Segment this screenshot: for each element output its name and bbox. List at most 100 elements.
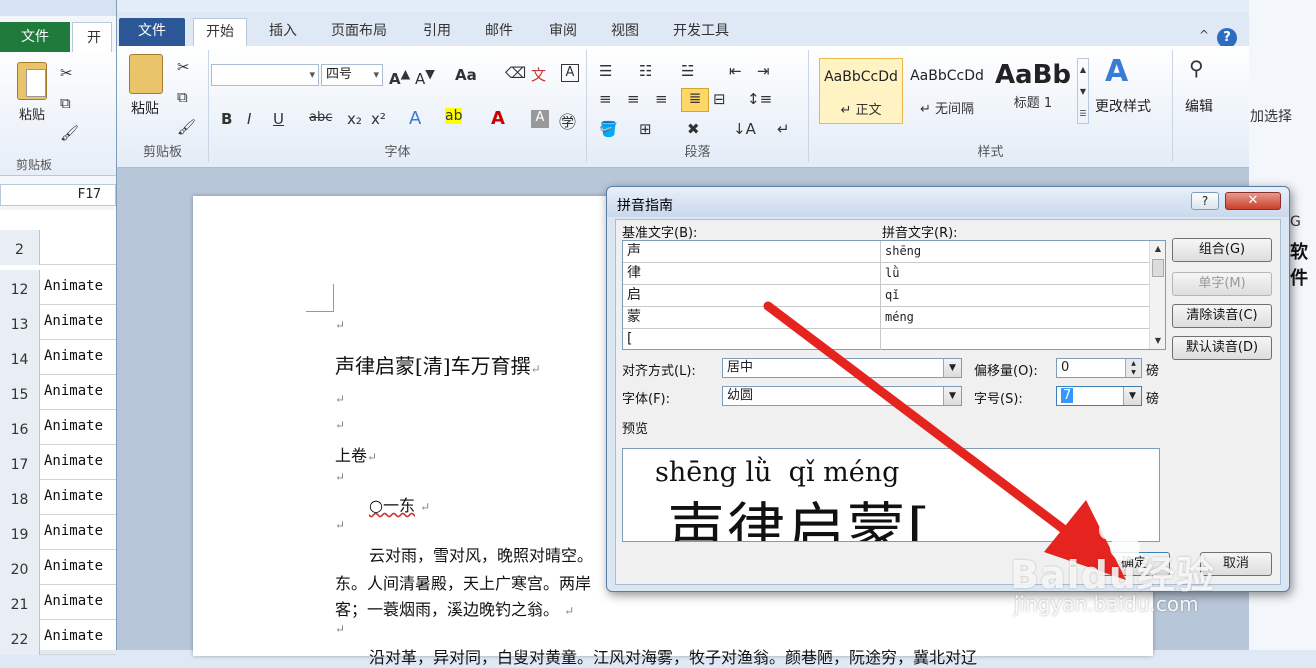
doc-section-line[interactable]: 上卷↵ <box>335 442 377 466</box>
italic-icon[interactable]: I <box>247 110 251 128</box>
font-size-dropdown[interactable]: 四号 <box>321 64 383 86</box>
editing-button[interactable]: 编辑 <box>1185 96 1213 116</box>
font-color-icon[interactable]: A <box>491 108 505 129</box>
excel-row-number[interactable]: 13 <box>0 305 40 340</box>
excel-cell[interactable]: Animate <box>44 558 103 574</box>
excel-row-number[interactable]: 21 <box>0 585 40 620</box>
excel-row[interactable]: 12 Animate <box>0 270 116 305</box>
chinese-layout-icon[interactable]: ✖ <box>687 120 700 138</box>
pinyin-field[interactable]: qǐ <box>881 285 1151 306</box>
pinyin-field[interactable]: lǜ <box>881 263 1151 284</box>
justify-icon[interactable]: ≣ <box>681 88 709 112</box>
excel-tab-file[interactable]: 文件 <box>0 22 70 52</box>
excel-row-number[interactable]: 19 <box>0 515 40 550</box>
excel-row[interactable]: 2 <box>0 230 116 265</box>
excel-row-number[interactable]: 20 <box>0 550 40 585</box>
excel-row-number[interactable]: 12 <box>0 270 40 305</box>
paste-button[interactable]: 粘贴 <box>131 98 159 118</box>
bold-icon[interactable]: B <box>221 110 232 128</box>
excel-row[interactable]: 18 Animate <box>0 480 116 515</box>
tab-page-layout[interactable]: 页面布局 <box>331 18 387 46</box>
tab-review[interactable]: 审阅 <box>549 18 577 46</box>
scroll-thumb[interactable] <box>1152 259 1164 277</box>
shrink-font-icon[interactable]: A▼ <box>415 66 435 88</box>
change-case-icon[interactable]: Aa <box>455 66 477 84</box>
dialog-close-button[interactable]: ✕ <box>1225 192 1281 210</box>
strikethrough-icon[interactable]: abc <box>309 110 332 125</box>
increase-indent-icon[interactable]: ⇥ <box>757 62 770 80</box>
excel-row-number[interactable]: 14 <box>0 340 40 375</box>
excel-row[interactable]: 16 Animate <box>0 410 116 445</box>
chevron-down-icon[interactable]: ▼ <box>1123 387 1141 405</box>
excel-row[interactable]: 21 Animate <box>0 585 116 620</box>
offset-spinner[interactable]: 0 ▲ ▼ <box>1056 358 1142 378</box>
styles-scroll-icon[interactable]: ▲ ▼ ☰ <box>1077 58 1089 124</box>
font-name-dropdown[interactable] <box>211 64 319 86</box>
char-shading-icon[interactable]: A <box>531 110 549 128</box>
superscript-icon[interactable]: x² <box>371 110 386 128</box>
tab-references[interactable]: 引用 <box>423 18 451 46</box>
underline-icon[interactable]: U <box>273 110 284 128</box>
excel-cell[interactable]: Animate <box>44 488 103 504</box>
group-button[interactable]: 组合(G) <box>1172 238 1272 262</box>
excel-cell[interactable]: Animate <box>44 313 103 329</box>
default-reading-button[interactable]: 默认读音(D) <box>1172 336 1272 360</box>
chevron-down-icon[interactable]: ▼ <box>943 359 961 377</box>
style-heading-1[interactable]: AaBb 标题 1 <box>991 58 1075 124</box>
excel-row[interactable]: 19 Animate <box>0 515 116 550</box>
excel-row[interactable]: 15 Animate <box>0 375 116 410</box>
align-center-icon[interactable]: ≡ <box>627 90 640 108</box>
char-border-icon[interactable]: A <box>561 64 579 82</box>
cancel-button[interactable]: 取消 <box>1200 552 1272 576</box>
doc-paragraph-line[interactable]: 沿对革，异对同，白叟对黄童。江风对海雾，牧子对渔翁。颜巷陋，阮途穷，冀北对辽 <box>369 644 977 668</box>
spin-down-icon[interactable]: ▼ <box>1125 368 1141 377</box>
tab-insert[interactable]: 插入 <box>269 18 297 46</box>
scissors-icon[interactable]: ✂ <box>60 64 73 82</box>
multilevel-list-icon[interactable]: ☱ <box>681 62 694 80</box>
tab-file[interactable]: 文件 <box>119 18 185 46</box>
base-char-field[interactable]: 律 <box>623 263 881 284</box>
decrease-indent-icon[interactable]: ⇤ <box>729 62 742 80</box>
excel-cell[interactable]: Animate <box>44 348 103 364</box>
single-char-button[interactable]: 单字(M) <box>1172 272 1272 296</box>
base-char-field[interactable]: 启 <box>623 285 881 306</box>
enclose-char-icon[interactable]: ㊫ <box>559 108 576 133</box>
excel-cell[interactable]: Animate <box>44 523 103 539</box>
tab-developer[interactable]: 开发工具 <box>673 18 729 46</box>
change-styles-icon[interactable]: A <box>1105 54 1128 89</box>
base-char-field[interactable]: 声 <box>623 241 881 262</box>
subscript-icon[interactable]: x₂ <box>347 110 362 128</box>
excel-cell[interactable]: Animate <box>44 453 103 469</box>
pinyin-field[interactable] <box>881 329 1151 350</box>
align-right-icon[interactable]: ≡ <box>655 90 668 108</box>
scroll-up-icon[interactable]: ▲ <box>1150 241 1166 257</box>
excel-cell[interactable]: Animate <box>44 593 103 609</box>
excel-row-number[interactable]: 17 <box>0 445 40 480</box>
ok-button[interactable]: 确定 <box>1098 552 1170 576</box>
excel-row-number[interactable]: 16 <box>0 410 40 445</box>
pinyin-field[interactable]: méng <box>881 307 1151 328</box>
format-painter-icon[interactable]: 🖌 <box>60 124 79 142</box>
shading-icon[interactable]: 🪣 <box>599 120 618 138</box>
font-dropdown[interactable]: 幼圆 ▼ <box>722 386 962 406</box>
excel-row-number[interactable]: 18 <box>0 480 40 515</box>
style-no-spacing[interactable]: AaBbCcDd ↵ 无间隔 <box>905 58 989 124</box>
excel-row[interactable]: 14 Animate <box>0 340 116 375</box>
align-left-icon[interactable]: ≡ <box>599 90 612 108</box>
scissors-icon[interactable]: ✂ <box>177 58 190 76</box>
help-icon[interactable]: ? <box>1217 28 1237 48</box>
excel-row-number[interactable]: 15 <box>0 375 40 410</box>
excel-name-box[interactable]: F17 <box>0 184 116 206</box>
borders-icon[interactable]: ⊞ <box>639 120 652 138</box>
change-styles-button[interactable]: 更改样式 <box>1095 96 1151 116</box>
excel-row[interactable]: 20 Animate <box>0 550 116 585</box>
copy-icon[interactable]: ⧉ <box>60 94 71 112</box>
phonetic-guide-icon[interactable]: 文 <box>531 64 546 85</box>
excel-cell[interactable]: Animate <box>44 278 103 294</box>
doc-title-line[interactable]: 声律启蒙[清]车万育撰↵ <box>335 350 541 379</box>
doc-heading-line[interactable]: ○一东 ↵ <box>369 492 430 516</box>
excel-row[interactable]: 13 Animate <box>0 305 116 340</box>
clear-format-icon[interactable]: ⌫ <box>505 64 526 82</box>
tab-view[interactable]: 视图 <box>611 18 639 46</box>
table-scrollbar[interactable]: ▲ ▼ <box>1149 241 1165 349</box>
